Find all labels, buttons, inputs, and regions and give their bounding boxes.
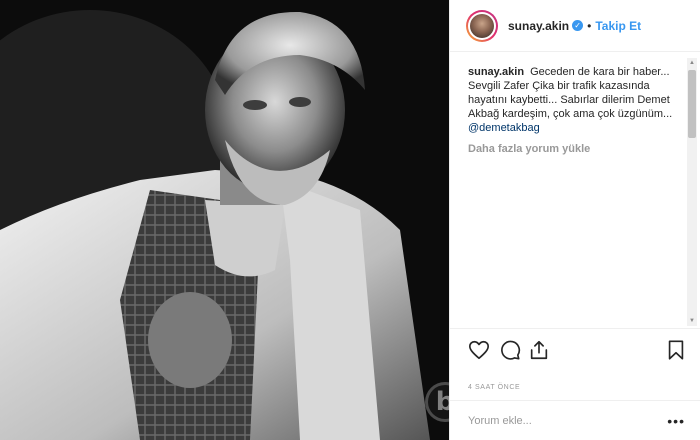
scrollbar-thumb[interactable] [688,70,696,138]
more-options-icon[interactable]: ••• [667,413,685,429]
comments-section: sunay.akin Geceden de kara bir haber... … [450,53,700,328]
verified-check-icon: ✓ [572,20,584,31]
portrait-illustration [0,0,449,440]
post-photo[interactable]: b [0,0,449,440]
post-caption: sunay.akin Geceden de kara bir haber... … [468,65,673,135]
post-sidebar: sunay.akin ✓ • Takip Et sunay.akin Geced… [449,0,700,440]
share-icon[interactable] [528,339,550,361]
heart-icon[interactable] [468,339,490,361]
follow-button[interactable]: Takip Et [595,19,641,33]
post-header: sunay.akin ✓ • Takip Et [450,0,700,52]
comment-input[interactable] [468,414,648,427]
header-username[interactable]: sunay.akin [508,19,569,33]
comment-icon[interactable] [499,339,521,361]
header-separator: • [587,18,592,33]
scroll-down-icon[interactable]: ▼ [687,316,697,326]
scroll-up-icon[interactable]: ▲ [687,58,697,68]
instagram-post: b sunay.akin ✓ • Takip Et sunay.akin Gec… [0,0,700,440]
load-more-comments-button[interactable]: Daha fazla yorum yükle [468,143,685,155]
post-timestamp: 4 SAAT ÖNCE [468,384,521,391]
action-bar [450,328,700,368]
avatar[interactable] [466,9,498,42]
comments-scrollbar[interactable]: ▲ ▼ [687,58,697,326]
caption-mention[interactable]: @demetakbag [468,122,540,134]
bookmark-icon[interactable] [665,339,687,361]
add-comment-bar: ••• [450,400,700,440]
caption-username[interactable]: sunay.akin [468,66,524,78]
avatar-image [470,13,494,38]
avatar-ring [468,11,496,40]
